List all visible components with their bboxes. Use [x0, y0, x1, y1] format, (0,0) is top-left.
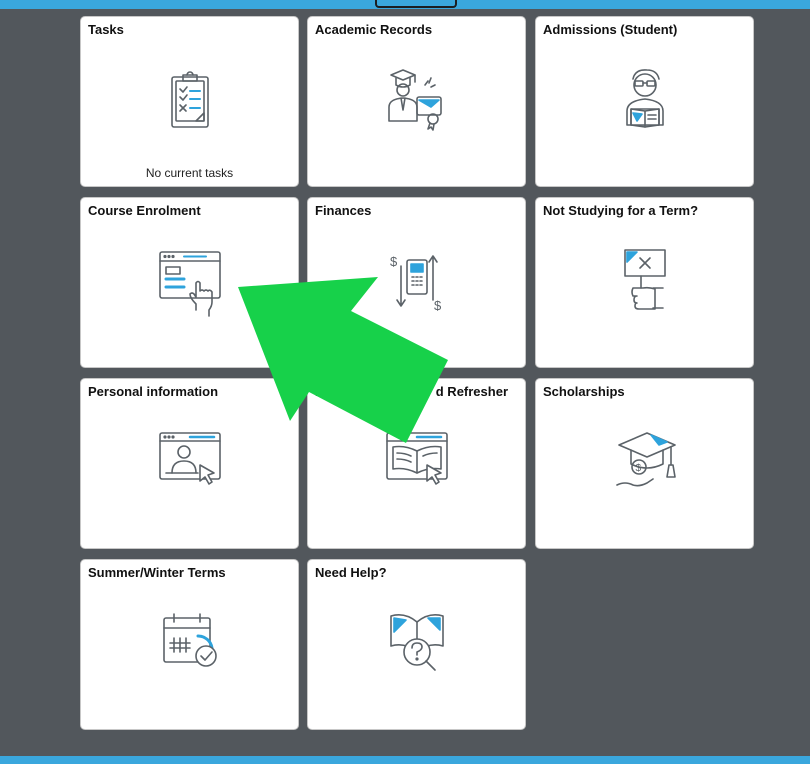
tile-title: N [315, 384, 325, 399]
tile-course-enrolment[interactable]: Course Enrolment [80, 197, 299, 368]
tile-refresher[interactable]: N d Refresher [307, 378, 526, 549]
tile-title: Need Help? [315, 565, 387, 580]
svg-text:$: $ [434, 298, 442, 313]
tile-need-help[interactable]: Need Help? [307, 559, 526, 730]
online-book-icon [377, 425, 457, 503]
tile-title-right: d Refresher [435, 384, 508, 399]
tile-scholarships[interactable]: Scholarships $ [535, 378, 754, 549]
graduate-diploma-icon [377, 63, 457, 141]
svg-text:$: $ [635, 463, 641, 474]
clipboard-checklist-icon [150, 63, 230, 141]
book-question-icon [377, 606, 457, 684]
tile-academic-records[interactable]: Academic Records [307, 16, 526, 187]
tile-finances[interactable]: Finances $ $ [307, 197, 526, 368]
student-reading-icon [605, 63, 685, 141]
mortarboard-money-icon: $ [605, 425, 685, 503]
calendar-check-icon [150, 606, 230, 684]
user-profile-screen-icon [150, 425, 230, 503]
calculator-dollar-exchange-icon: $ $ [377, 244, 457, 322]
bottom-banner [0, 756, 810, 764]
web-form-click-icon [150, 244, 230, 322]
tile-title: Admissions (Student) [543, 22, 678, 37]
tile-title: Personal information [88, 384, 219, 399]
tile-title: Academic Records [315, 22, 433, 37]
tile-summer-winter-terms[interactable]: Summer/Winter Terms [80, 559, 299, 730]
tile-title: Scholarships [543, 384, 625, 399]
tile-title: Course Enrolment [88, 203, 201, 218]
top-menu-tab[interactable] [375, 0, 457, 8]
tile-title: Summer/Winter Terms [88, 565, 226, 580]
tile-title: Tasks [88, 22, 124, 37]
svg-text:$: $ [390, 254, 398, 269]
tile-not-studying[interactable]: Not Studying for a Term? [535, 197, 754, 368]
tile-personal-information[interactable]: Personal information [80, 378, 299, 549]
hand-sign-x-icon [605, 244, 685, 322]
tile-title: Not Studying for a Term? [543, 203, 699, 218]
tile-title: Finances [315, 203, 372, 218]
tile-tasks[interactable]: Tasks No current tasks [80, 16, 299, 187]
tasks-status-text: No current tasks [145, 166, 234, 180]
tile-admissions[interactable]: Admissions (Student) [535, 16, 754, 187]
